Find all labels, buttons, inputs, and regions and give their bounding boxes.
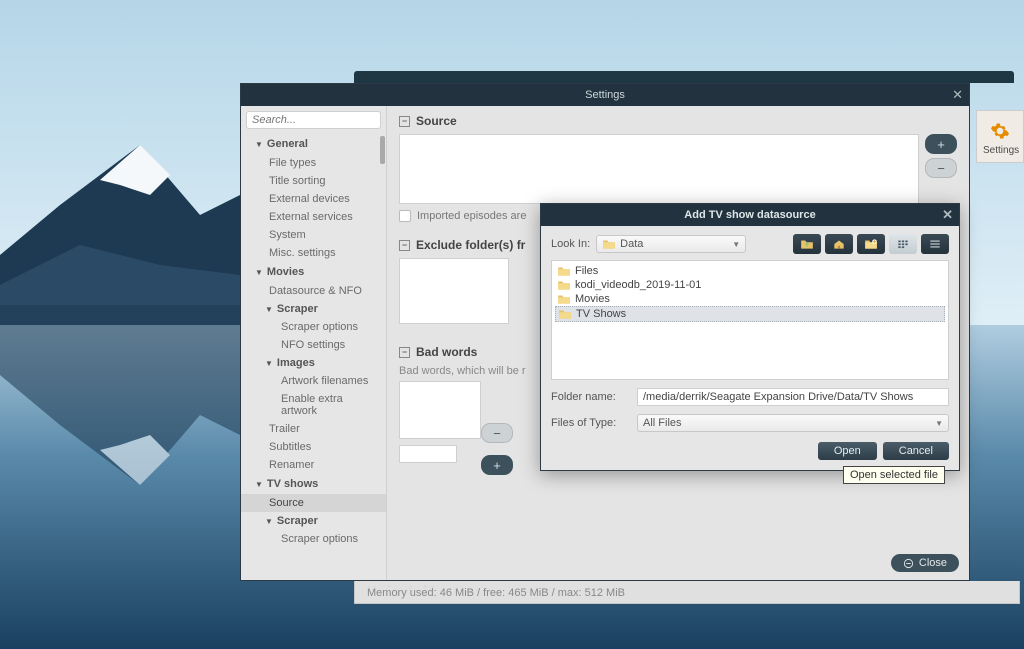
- folder-name-label: Folder name:: [551, 391, 629, 403]
- collapse-icon[interactable]: −: [399, 347, 410, 358]
- files-of-type-label: Files of Type:: [551, 417, 629, 429]
- right-toolbar: Settings: [976, 110, 1024, 163]
- section-source-title: Source: [416, 114, 457, 128]
- desktop-mountain: [0, 125, 280, 325]
- file-item-movies[interactable]: Movies: [555, 292, 945, 306]
- status-bar: Movies: 0 of 0 Memory used: 46 MiB / fre…: [354, 581, 1020, 604]
- add-source-button[interactable]: +: [925, 134, 957, 154]
- open-tooltip: Open selected file: [843, 466, 945, 484]
- tree-enable-extra-artwork[interactable]: Enable extra artwork: [241, 390, 386, 420]
- section-badwords-title: Bad words: [416, 345, 477, 359]
- imported-label: Imported episodes are: [417, 210, 526, 222]
- tree-external-services[interactable]: External services: [241, 208, 386, 226]
- badwords-input[interactable]: [399, 445, 457, 463]
- tree-tv-source[interactable]: Source: [241, 494, 386, 512]
- settings-sidebar: ▼General File types Title sorting Extern…: [241, 106, 387, 580]
- background-window-titlebar: [354, 71, 1014, 83]
- details-view-button[interactable]: [921, 234, 949, 254]
- badwords-list[interactable]: [399, 381, 481, 439]
- search-input[interactable]: [246, 111, 381, 129]
- file-item-kodi[interactable]: kodi_videodb_2019-11-01: [555, 278, 945, 292]
- close-button[interactable]: Close: [891, 554, 959, 572]
- tree-renamer[interactable]: Renamer: [241, 456, 386, 474]
- imported-checkbox[interactable]: [399, 210, 411, 222]
- desktop-reflection: [0, 325, 280, 505]
- gear-icon[interactable]: [990, 121, 1010, 141]
- tree-general[interactable]: ▼General: [241, 134, 386, 154]
- stop-icon: [903, 558, 914, 569]
- file-item-tvshows[interactable]: TV Shows: [555, 306, 945, 322]
- collapse-icon[interactable]: −: [399, 240, 410, 251]
- file-item-files[interactable]: Files: [555, 264, 945, 278]
- file-list[interactable]: Files kodi_videodb_2019-11-01 Movies TV …: [551, 260, 949, 380]
- tree-nfo-settings[interactable]: NFO settings: [241, 336, 386, 354]
- lookin-label: Look In:: [551, 238, 590, 250]
- folder-icon: [558, 308, 572, 320]
- tree-tv-scraper[interactable]: ▼Scraper: [241, 512, 386, 530]
- folder-name-input[interactable]: [637, 388, 949, 406]
- collapse-icon[interactable]: −: [399, 116, 410, 127]
- folder-icon: [557, 265, 571, 277]
- dialog-titlebar: Add TV show datasource ✕: [541, 204, 959, 226]
- tree-tvshows[interactable]: ▼TV shows: [241, 474, 386, 494]
- new-folder-button[interactable]: [857, 234, 885, 254]
- tree-trailer[interactable]: Trailer: [241, 420, 386, 438]
- close-icon[interactable]: ✕: [942, 207, 953, 223]
- settings-title: Settings: [585, 89, 625, 101]
- cancel-button[interactable]: Cancel: [883, 442, 949, 460]
- settings-tree[interactable]: ▼General File types Title sorting Extern…: [241, 134, 386, 580]
- chevron-down-icon: ▼: [935, 419, 943, 428]
- remove-source-button[interactable]: −: [925, 158, 957, 178]
- tree-scraper-options-movies[interactable]: Scraper options: [241, 318, 386, 336]
- tree-datasource-nfo[interactable]: Datasource & NFO: [241, 282, 386, 300]
- toolbar-settings-label: Settings: [983, 145, 1017, 156]
- section-exclude-title: Exclude folder(s) fr: [416, 238, 525, 252]
- tree-title-sorting[interactable]: Title sorting: [241, 172, 386, 190]
- folder-icon: [602, 238, 616, 250]
- tree-movies[interactable]: ▼Movies: [241, 262, 386, 282]
- open-button[interactable]: Open: [818, 442, 877, 460]
- folder-icon: [557, 293, 571, 305]
- add-badword-button[interactable]: +: [481, 455, 513, 475]
- tree-movies-scraper[interactable]: ▼Scraper: [241, 300, 386, 318]
- tree-file-types[interactable]: File types: [241, 154, 386, 172]
- tree-subtitles[interactable]: Subtitles: [241, 438, 386, 456]
- tree-scraper-options-tv[interactable]: Scraper options: [241, 530, 386, 548]
- status-memory: Memory used: 46 MiB / free: 465 MiB / ma…: [367, 587, 1007, 599]
- home-button[interactable]: [825, 234, 853, 254]
- dialog-title: Add TV show datasource: [684, 209, 815, 221]
- folder-icon: [557, 279, 571, 291]
- files-of-type-combo[interactable]: All Files ▼: [637, 414, 949, 432]
- lookin-combo[interactable]: Data ▼: [596, 235, 746, 253]
- remove-badword-button[interactable]: −: [481, 423, 513, 443]
- source-list[interactable]: [399, 134, 919, 204]
- tree-external-devices[interactable]: External devices: [241, 190, 386, 208]
- up-folder-button[interactable]: [793, 234, 821, 254]
- status-movies: Movies: 0 of 0: [367, 585, 1007, 587]
- close-icon[interactable]: ✕: [952, 87, 963, 103]
- tree-system[interactable]: System: [241, 226, 386, 244]
- tree-movies-images[interactable]: ▼Images: [241, 354, 386, 372]
- tree-artwork-filenames[interactable]: Artwork filenames: [241, 372, 386, 390]
- file-dialog: Add TV show datasource ✕ Look In: Data ▼…: [540, 203, 960, 471]
- list-view-button[interactable]: [889, 234, 917, 254]
- chevron-down-icon: ▼: [732, 240, 740, 249]
- exclude-list[interactable]: [399, 258, 509, 324]
- tree-misc-settings[interactable]: Misc. settings: [241, 244, 386, 262]
- settings-titlebar: Settings ✕: [241, 84, 969, 106]
